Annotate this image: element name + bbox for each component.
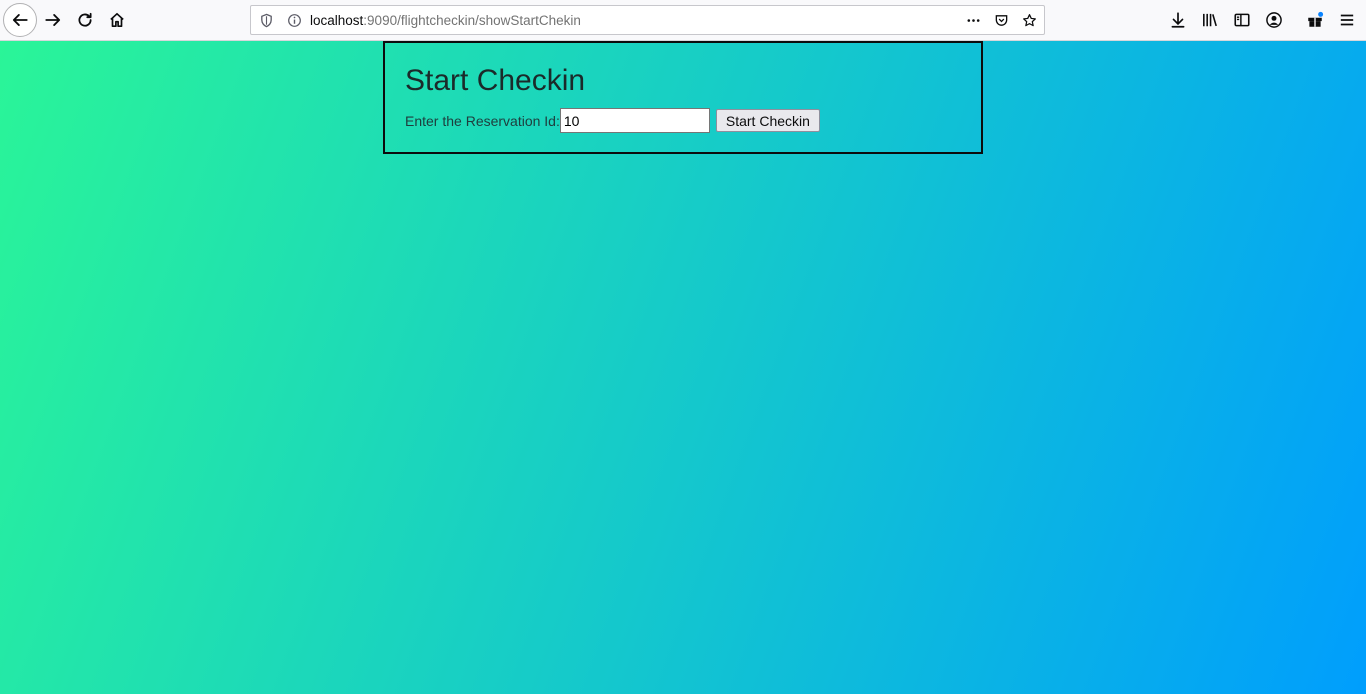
account-icon: [1266, 12, 1282, 28]
sidebar-icon: [1234, 13, 1250, 27]
reservation-form-row: Enter the Reservation Id: Start Checkin: [405, 108, 820, 133]
reservation-id-input[interactable]: [559, 108, 710, 133]
pocket-icon[interactable]: [993, 12, 1009, 28]
page-content: Start Checkin Enter the Reservation Id: …: [0, 41, 1366, 694]
sidebar-button[interactable]: [1226, 4, 1258, 36]
url-text[interactable]: localhost:9090/flightcheckin/showStartCh…: [310, 13, 581, 28]
extensions-button[interactable]: [1299, 4, 1331, 36]
library-icon: [1203, 13, 1217, 27]
account-button[interactable]: [1258, 4, 1290, 36]
info-icon[interactable]: [286, 12, 302, 28]
home-button[interactable]: [101, 4, 133, 36]
arrow-left-icon: [12, 14, 28, 26]
url-path: :9090/flightcheckin/showStartChekin: [363, 13, 581, 28]
page-title: Start Checkin: [405, 64, 586, 97]
back-button[interactable]: [3, 3, 37, 37]
url-host: localhost: [310, 13, 364, 28]
browser-toolbar: localhost:9090/flightcheckin/showStartCh…: [0, 0, 1366, 41]
downloads-button[interactable]: [1162, 4, 1194, 36]
reload-icon: [78, 12, 92, 27]
more-actions-icon[interactable]: [965, 12, 981, 28]
hamburger-menu-icon: [1340, 14, 1354, 26]
reload-button[interactable]: [69, 4, 101, 36]
home-icon: [110, 12, 124, 28]
url-bar[interactable]: localhost:9090/flightcheckin/showStartCh…: [250, 5, 1045, 35]
download-icon: [1171, 12, 1185, 28]
library-button[interactable]: [1194, 4, 1226, 36]
reservation-id-label: Enter the Reservation Id:: [405, 112, 560, 129]
menu-button[interactable]: [1331, 4, 1363, 36]
shield-icon[interactable]: [258, 12, 274, 28]
start-checkin-button[interactable]: Start Checkin: [715, 109, 820, 132]
checkin-form-panel: Start Checkin Enter the Reservation Id: …: [383, 41, 983, 154]
forward-button[interactable]: [37, 4, 69, 36]
bookmark-star-icon[interactable]: [1021, 12, 1037, 28]
gift-icon: [1308, 11, 1324, 27]
arrow-right-icon: [45, 14, 61, 26]
